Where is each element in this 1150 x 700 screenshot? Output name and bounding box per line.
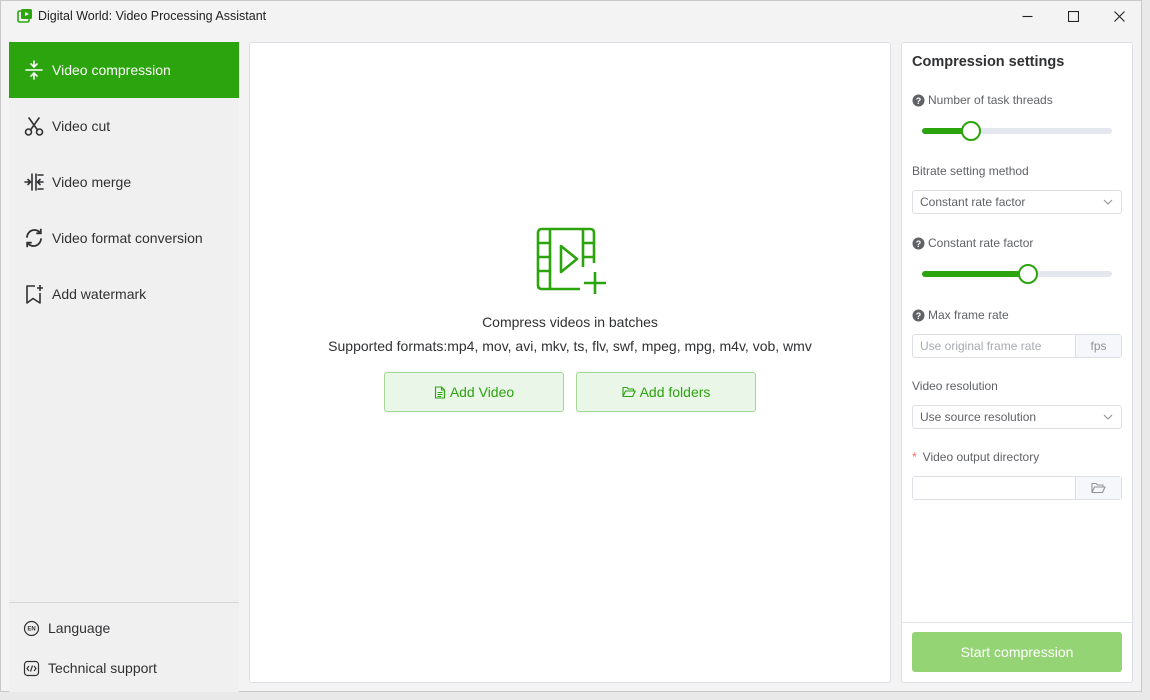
- threads-label-row: ? Number of task threads: [912, 93, 1053, 107]
- resolution-label: Video resolution: [912, 379, 998, 393]
- help-icon[interactable]: ?: [912, 309, 925, 322]
- svg-text:?: ?: [916, 239, 922, 249]
- compress-icon: [25, 60, 43, 80]
- add-folders-label: Add folders: [639, 384, 711, 400]
- required-mark: *: [912, 450, 917, 464]
- resolution-select[interactable]: Use source resolution: [912, 405, 1122, 429]
- drop-zone-title: Compress videos in batches: [482, 314, 658, 330]
- max-fps-label: Max frame rate: [928, 308, 1009, 322]
- crf-label: Constant rate factor: [928, 236, 1034, 250]
- folder-open-icon: [622, 386, 636, 398]
- select-value: Use source resolution: [920, 410, 1037, 424]
- threads-label: Number of task threads: [928, 93, 1053, 107]
- svg-text:?: ?: [916, 311, 922, 321]
- sidebar-item-label: Video format conversion: [52, 230, 203, 246]
- max-fps-input-group: Use original frame rate fps: [912, 334, 1122, 358]
- chevron-down-icon: [1103, 414, 1113, 420]
- scissors-icon: [24, 117, 44, 136]
- slider-handle[interactable]: [960, 121, 981, 141]
- sidebar-item-video-format-conversion[interactable]: Video format conversion: [9, 210, 239, 266]
- browse-folder-button[interactable]: [1075, 477, 1121, 499]
- close-icon: [1113, 11, 1125, 22]
- minimize-icon: [1022, 15, 1032, 18]
- video-add-icon: [536, 227, 606, 294]
- drop-zone[interactable]: Compress videos in batches Supported for…: [249, 42, 891, 683]
- help-icon[interactable]: ?: [912, 237, 925, 250]
- bitrate-method-label: Bitrate setting method: [912, 164, 1029, 178]
- sidebar-item-video-cut[interactable]: Video cut: [9, 98, 239, 154]
- language-label: Language: [48, 620, 111, 636]
- sidebar-item-label: Video merge: [52, 174, 132, 190]
- output-dir-label-row: * Video output directory: [912, 450, 1039, 464]
- select-value: Constant rate factor: [920, 195, 1026, 209]
- convert-icon: [26, 228, 42, 248]
- minimize-button[interactable]: [1004, 1, 1050, 32]
- sidebar-item-video-compression[interactable]: Video compression: [9, 42, 239, 98]
- close-button[interactable]: [1096, 1, 1142, 32]
- svg-text:EN: EN: [27, 627, 35, 633]
- output-dir-input[interactable]: [913, 477, 1075, 499]
- add-folders-button[interactable]: Add folders: [576, 372, 756, 412]
- crf-slider[interactable]: [922, 264, 1112, 284]
- maximize-button[interactable]: [1050, 1, 1096, 32]
- sidebar-item-video-merge[interactable]: Video merge: [9, 154, 239, 210]
- fps-unit: fps: [1075, 335, 1121, 357]
- technical-support-button[interactable]: Technical support: [9, 650, 239, 686]
- output-dir-label: Video output directory: [922, 450, 1040, 464]
- bookmark-plus-icon: [26, 285, 43, 304]
- code-icon: [23, 660, 40, 677]
- window-title: Digital World: Video Processing Assistan…: [38, 9, 267, 23]
- help-icon[interactable]: ?: [912, 94, 925, 107]
- sidebar: Video compression Video cut Video merge …: [9, 42, 239, 692]
- sidebar-item-add-watermark[interactable]: Add watermark: [9, 266, 239, 322]
- compression-settings-panel: Compression settings ? Number of task th…: [901, 42, 1133, 683]
- app-logo-icon: [17, 9, 32, 23]
- supported-formats-text: Supported formats:mp4, mov, avi, mkv, ts…: [328, 338, 812, 354]
- slider-handle[interactable]: [1017, 264, 1038, 284]
- panel-title: Compression settings: [912, 54, 1065, 70]
- threads-slider[interactable]: [922, 121, 1112, 141]
- add-video-label: Add Video: [449, 384, 515, 400]
- max-fps-label-row: ? Max frame rate: [912, 308, 1009, 322]
- sidebar-item-label: Video cut: [52, 118, 111, 134]
- sidebar-item-label: Video compression: [52, 62, 171, 78]
- add-video-button[interactable]: Add Video: [384, 372, 564, 412]
- slider-fill: [922, 271, 1027, 277]
- language-button[interactable]: EN Language: [9, 610, 239, 646]
- folder-open-icon: [1091, 482, 1106, 494]
- maximize-icon: [1067, 11, 1079, 22]
- sidebar-divider: [9, 602, 239, 603]
- chevron-down-icon: [1103, 199, 1113, 205]
- start-compression-button[interactable]: Start compression: [912, 632, 1122, 672]
- merge-icon: [24, 173, 44, 191]
- bitrate-method-select[interactable]: Constant rate factor: [912, 190, 1122, 214]
- app-window: Digital World: Video Processing Assistan…: [0, 0, 1142, 692]
- file-icon: [434, 385, 445, 399]
- language-icon: EN: [23, 620, 40, 637]
- title-bar: Digital World: Video Processing Assistan…: [1, 1, 1141, 32]
- technical-support-label: Technical support: [48, 660, 157, 676]
- sidebar-item-label: Add watermark: [52, 286, 147, 302]
- output-dir-input-group: [912, 476, 1122, 500]
- svg-text:?: ?: [916, 96, 922, 106]
- max-fps-input[interactable]: Use original frame rate: [913, 335, 1075, 357]
- crf-label-row: ? Constant rate factor: [912, 236, 1033, 250]
- panel-divider: [902, 622, 1132, 623]
